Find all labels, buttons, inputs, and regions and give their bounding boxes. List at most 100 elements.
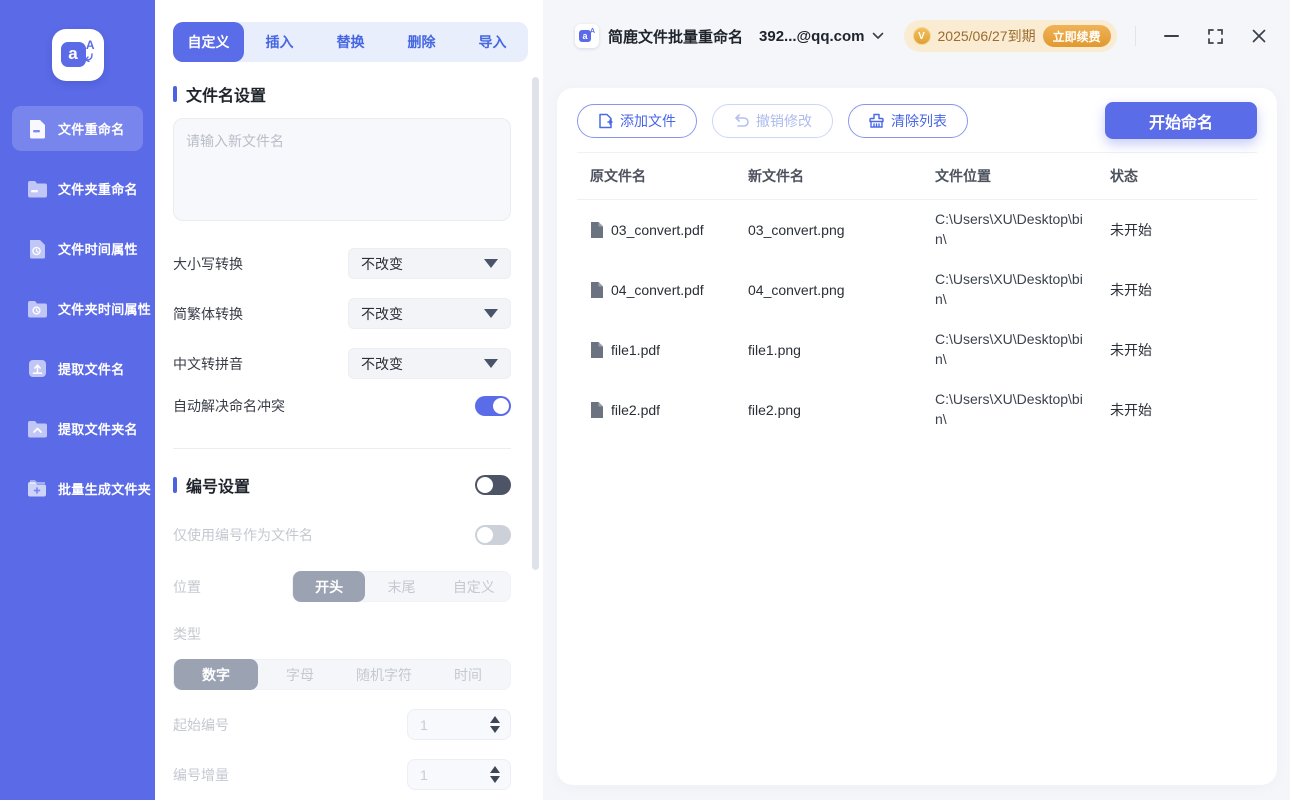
- sidebar-item-file-time[interactable]: 文件时间属性: [12, 226, 143, 271]
- pinyin-convert-row: 中文转拼音 不改变: [173, 348, 511, 379]
- sidebar-item-label: 提取文件夹名: [58, 422, 138, 437]
- sidebar-item-extract-filename[interactable]: 提取文件名: [12, 346, 143, 391]
- type-option-number[interactable]: 数字: [174, 659, 258, 690]
- close-button[interactable]: [1250, 27, 1268, 45]
- table-row[interactable]: file1.pdf file1.png C:\Users\XU\Desktop\…: [577, 320, 1257, 380]
- sidebar-item-folder-time[interactable]: 文件夹时间属性: [12, 286, 151, 331]
- minimize-button[interactable]: [1162, 27, 1180, 45]
- numbering-section-header: 编号设置: [173, 473, 511, 497]
- pinyin-convert-select[interactable]: 不改变: [348, 348, 511, 379]
- logo-A-glyph: A: [589, 28, 595, 35]
- sidebar-item-batch-create-folder[interactable]: 批量生成文件夹: [12, 466, 151, 511]
- table-row[interactable]: file2.pdf file2.png C:\Users\XU\Desktop\…: [577, 380, 1257, 440]
- segment-label: 时间: [454, 666, 482, 683]
- auto-resolve-label: 自动解决命名冲突: [173, 398, 285, 414]
- filename-section-header: 文件名设置: [173, 82, 511, 106]
- increment-value: 1: [420, 766, 428, 783]
- sidebar-item-file-rename[interactable]: 文件重命名: [12, 106, 143, 151]
- extract-filename-icon: [25, 358, 49, 380]
- only-number-toggle[interactable]: [475, 525, 511, 545]
- zh-convert-row: 简繁体转换 不改变: [173, 298, 511, 329]
- account-menu[interactable]: 392...@qq.com: [759, 28, 884, 45]
- start-rename-button[interactable]: 开始命名: [1105, 102, 1257, 139]
- tab-insert[interactable]: 插入: [244, 22, 315, 62]
- type-option-random[interactable]: 随机字符: [342, 659, 426, 690]
- position-option-start[interactable]: 开头: [293, 571, 366, 602]
- start-number-input[interactable]: 1: [407, 709, 511, 740]
- numbering-toggle[interactable]: [475, 475, 511, 495]
- type-option-letter[interactable]: 字母: [258, 659, 342, 690]
- file-location: C:\Users\XU\Desktop\bin\: [935, 331, 1083, 367]
- increment-row: 编号增量 1: [173, 759, 511, 790]
- app-logo: a A: [51, 29, 104, 81]
- position-option-end[interactable]: 末尾: [365, 571, 437, 602]
- account-email: 392...@qq.com: [759, 27, 865, 45]
- sidebar-item-label: 批量生成文件夹: [58, 482, 152, 497]
- segment-label: 开头: [315, 578, 344, 595]
- sidebar-item-label: 文件夹时间属性: [58, 302, 152, 317]
- sidebar-item-extract-foldername[interactable]: 提取文件夹名: [12, 406, 143, 451]
- table-row[interactable]: 04_convert.pdf 04_convert.png C:\Users\X…: [577, 260, 1257, 320]
- increment-input[interactable]: 1: [407, 759, 511, 790]
- only-number-label: 仅使用编号作为文件名: [173, 527, 313, 543]
- sidebar: a A 文件重命名 文件夹重命名 文件时间属性 文件夹时间属性 提取文件名 提取…: [0, 0, 155, 800]
- number-stepper[interactable]: [490, 766, 500, 783]
- settings-scrollbar[interactable]: [532, 77, 539, 570]
- clear-list-button[interactable]: 清除列表: [848, 104, 968, 138]
- logo-arrow-icon: [84, 53, 93, 62]
- type-segmented-control: 数字 字母 随机字符 时间: [173, 659, 511, 690]
- number-stepper[interactable]: [490, 716, 500, 733]
- button-label: 清除列表: [891, 113, 947, 129]
- step-up-icon[interactable]: [490, 716, 500, 723]
- start-number-label: 起始编号: [173, 716, 229, 733]
- segment-label: 数字: [202, 666, 230, 683]
- step-up-icon[interactable]: [490, 766, 500, 773]
- header-location: 文件位置: [935, 168, 991, 184]
- tab-label: 自定义: [187, 34, 230, 50]
- table-header: 原文件名 新文件名 文件位置 状态: [577, 152, 1257, 200]
- toggle-knob: [493, 398, 509, 414]
- original-filename: file1.pdf: [611, 341, 661, 358]
- toggle-knob: [477, 527, 493, 543]
- file-icon: [591, 341, 603, 358]
- segment-label: 随机字符: [356, 666, 412, 683]
- file-location: C:\Users\XU\Desktop\bin\: [935, 271, 1083, 307]
- case-convert-select[interactable]: 不改变: [348, 248, 511, 279]
- add-files-button[interactable]: 添加文件: [577, 104, 697, 138]
- license-badge: V 2025/06/27到期 立即续费: [903, 20, 1117, 52]
- type-option-time[interactable]: 时间: [426, 659, 510, 690]
- file-location: C:\Users\XU\Desktop\bin\: [935, 211, 1083, 247]
- zh-convert-label: 简繁体转换: [173, 305, 243, 322]
- auto-resolve-toggle[interactable]: [475, 396, 511, 416]
- maximize-button[interactable]: [1206, 27, 1224, 45]
- position-row: 位置 开头 末尾 自定义: [173, 571, 511, 602]
- step-down-icon[interactable]: [490, 776, 500, 783]
- logo-A-glyph: A: [85, 38, 95, 52]
- zh-convert-select[interactable]: 不改变: [348, 298, 511, 329]
- tab-custom[interactable]: 自定义: [173, 22, 244, 62]
- new-filename-input[interactable]: [173, 118, 511, 221]
- original-name-cell: 04_convert.pdf: [590, 281, 748, 300]
- tab-delete[interactable]: 删除: [386, 22, 457, 62]
- tab-import[interactable]: 导入: [457, 22, 528, 62]
- minimize-icon: [1163, 35, 1179, 37]
- settings-panel: 自定义 插入 替换 删除 导入 文件名设置 大小写转换 不改变 简繁体转换 不改…: [155, 0, 543, 800]
- chevron-down-icon: [484, 259, 498, 268]
- app-mini-logo-icon: a A: [575, 24, 599, 48]
- file-time-icon: [25, 238, 49, 260]
- start-number-row: 起始编号 1: [173, 709, 511, 740]
- file-rename-icon: [25, 118, 49, 140]
- original-filename: 03_convert.pdf: [611, 221, 704, 238]
- renew-button[interactable]: 立即续费: [1042, 25, 1111, 47]
- file-location: C:\Users\XU\Desktop\bin\: [935, 391, 1083, 427]
- table-row[interactable]: 03_convert.pdf 03_convert.png C:\Users\X…: [577, 200, 1257, 260]
- section-divider: [173, 448, 511, 449]
- app-window: a A 文件重命名 文件夹重命名 文件时间属性 文件夹时间属性 提取文件名 提取…: [0, 0, 1290, 800]
- tab-replace[interactable]: 替换: [315, 22, 386, 62]
- step-down-icon[interactable]: [490, 726, 500, 733]
- position-option-custom[interactable]: 自定义: [438, 571, 510, 602]
- file-icon: [591, 221, 603, 238]
- new-filename: 03_convert.png: [748, 222, 845, 238]
- undo-button[interactable]: 撤销修改: [712, 104, 833, 138]
- sidebar-item-folder-rename[interactable]: 文件夹重命名: [12, 166, 143, 211]
